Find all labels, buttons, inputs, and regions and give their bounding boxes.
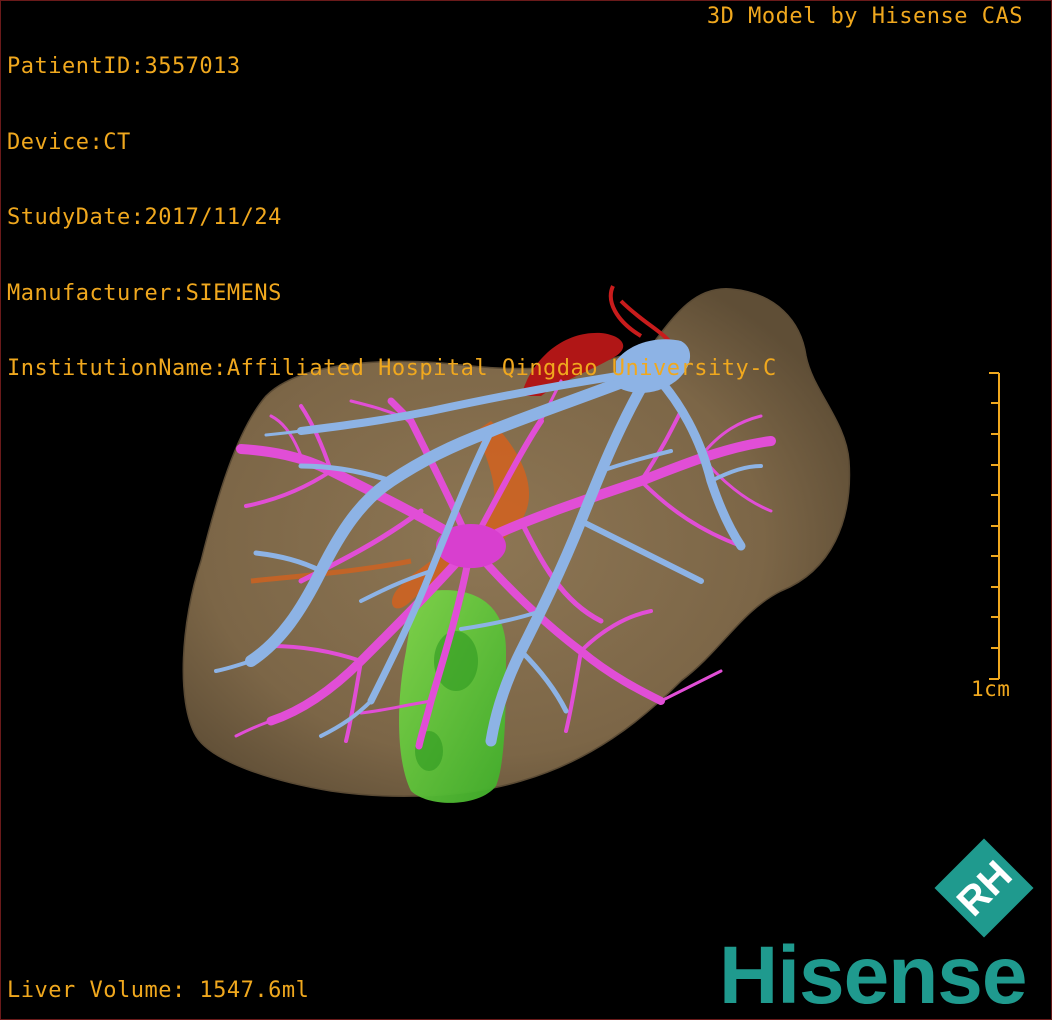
- device: Device:CT: [7, 129, 131, 155]
- institution-name: InstitutionName:Affiliated Hospital Qing…: [7, 356, 777, 381]
- 3d-viewport[interactable]: RH PatientID:3557013 Device:CT StudyDate…: [0, 0, 1052, 1020]
- scale-bar-label: 1cm: [971, 677, 1011, 701]
- scale-bar: [989, 372, 1000, 680]
- manufacturer: Manufacturer:SIEMENS: [7, 280, 282, 306]
- patient-id: PatientID:3557013: [7, 54, 241, 79]
- liver-volume: Liver Volume: 1547.6ml: [7, 978, 310, 1003]
- model-credit: 3D Model by Hisense CAS: [706, 4, 1023, 29]
- hisense-logo: Hisense: [719, 930, 1028, 1020]
- dicom-info: PatientID:3557013 Device:CT StudyDate:20…: [7, 4, 777, 432]
- study-date: StudyDate:2017/11/24: [7, 205, 282, 230]
- rh-emblem-icon: RH: [934, 838, 1034, 938]
